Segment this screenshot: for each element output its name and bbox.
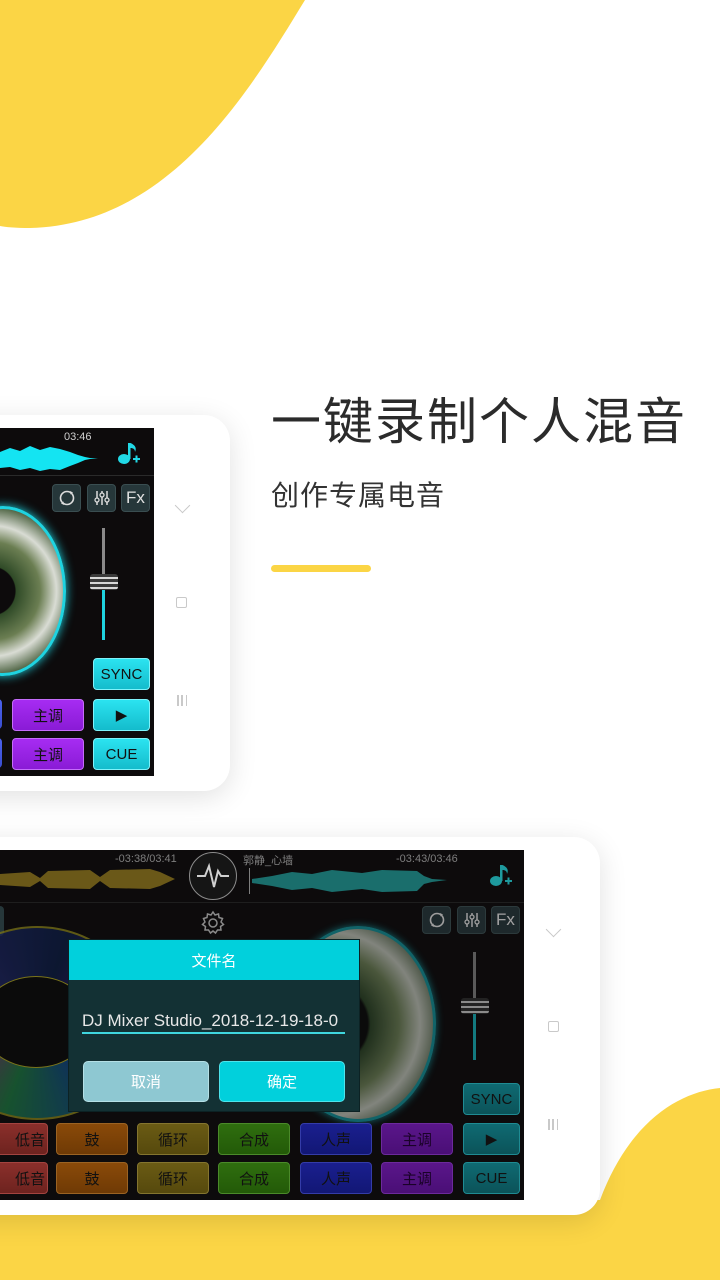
accent-divider: [271, 565, 371, 572]
add-music-icon[interactable]: [117, 440, 141, 466]
pulse-icon: [197, 862, 229, 888]
pad-partial[interactable]: [0, 699, 2, 729]
pad-synth-row1[interactable]: 合成: [218, 1123, 290, 1155]
dialog-title: 文件名: [69, 940, 359, 980]
loop-button[interactable]: [52, 484, 81, 512]
nav-back-icon[interactable]: [174, 497, 191, 514]
pad-drum-row2[interactable]: 鼓: [56, 1162, 128, 1194]
pad-key-row2[interactable]: 主调: [12, 738, 84, 770]
pad-key-row1[interactable]: 主调: [381, 1123, 453, 1155]
loop-button[interactable]: [422, 906, 451, 934]
cue-button[interactable]: CUE: [93, 738, 150, 770]
nav-menu-icon[interactable]: [548, 1119, 558, 1130]
pad-key-row1[interactable]: 主调: [12, 699, 84, 731]
filename-dialog: 文件名 取消 确定: [69, 940, 359, 1111]
cue-button[interactable]: CUE: [463, 1162, 520, 1194]
loop-icon: [59, 490, 74, 506]
right-deck-time: -03:43/03:46: [396, 853, 458, 865]
pad-synth-row2[interactable]: 合成: [218, 1162, 290, 1194]
nav-home-icon[interactable]: [548, 1021, 559, 1032]
equalizer-icon: [463, 913, 480, 927]
pad-bass-row1[interactable]: 低音: [0, 1123, 48, 1155]
pad-bass-row2[interactable]: 低音: [0, 1162, 48, 1194]
crossfader-handle[interactable]: [90, 574, 118, 590]
record-mix-button[interactable]: [189, 852, 237, 900]
decorative-yellow-blob-top: [0, 0, 305, 228]
equalizer-button[interactable]: [457, 906, 486, 934]
crossfader-handle[interactable]: [461, 998, 489, 1014]
pad-drum-row1[interactable]: 鼓: [56, 1123, 128, 1155]
waveform-right-deck[interactable]: [252, 864, 472, 898]
filename-input[interactable]: [82, 1010, 345, 1034]
pad-partial[interactable]: [0, 738, 2, 768]
pad-key-row2[interactable]: 主调: [381, 1162, 453, 1194]
pad-loop-row1[interactable]: 循环: [137, 1123, 209, 1155]
nav-home-icon[interactable]: [176, 597, 187, 608]
turntable-disc[interactable]: [0, 506, 66, 676]
add-music-icon[interactable]: [489, 862, 513, 888]
left-deck-time: -03:38/03:41: [115, 853, 177, 865]
equalizer-button[interactable]: [87, 484, 116, 512]
play-button[interactable]: ▶: [463, 1123, 520, 1155]
dj-screen-top: 03:46 Fx SYNC 主调 ▶ 主调 CUE: [0, 428, 154, 776]
equalizer-icon: [93, 491, 110, 505]
confirm-button[interactable]: 确定: [219, 1061, 345, 1102]
deck-time: 03:46: [64, 431, 92, 443]
cancel-button[interactable]: 取消: [83, 1061, 209, 1102]
waveform-left-deck[interactable]: [0, 862, 180, 896]
play-button[interactable]: ▶: [93, 699, 150, 731]
loop-icon: [429, 912, 444, 928]
pad-vocal-row2[interactable]: 人声: [300, 1162, 372, 1194]
pad-vocal-row1[interactable]: 人声: [300, 1123, 372, 1155]
nav-back-icon[interactable]: [545, 921, 562, 938]
fx-button[interactable]: Fx: [491, 906, 520, 934]
sync-button[interactable]: SYNC: [93, 658, 150, 690]
waveform-deck[interactable]: [0, 440, 100, 480]
pad-loop-row2[interactable]: 循环: [137, 1162, 209, 1194]
fx-button[interactable]: Fx: [121, 484, 150, 512]
playhead-marker: [249, 868, 250, 894]
promo-subline: 创作专属电音: [271, 479, 446, 512]
promo-headline: 一键录制个人混音: [271, 393, 687, 451]
nav-menu-icon[interactable]: [177, 695, 187, 706]
settings-gear-icon[interactable]: [200, 910, 226, 936]
sync-button[interactable]: SYNC: [463, 1083, 520, 1115]
